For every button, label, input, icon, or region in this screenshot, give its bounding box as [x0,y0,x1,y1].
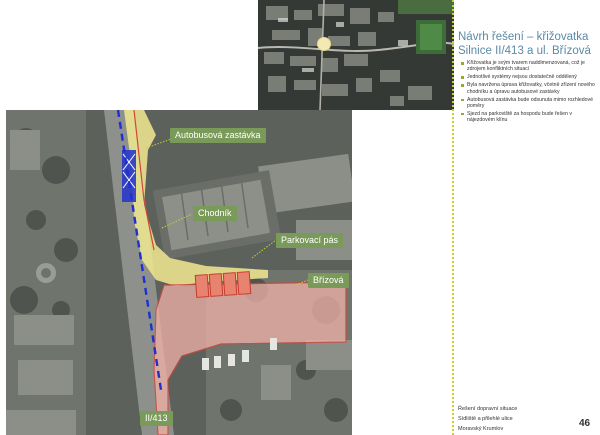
divider [452,0,454,435]
bullet-item: Autobusová zastávka bude odsunuta mimo r… [460,97,596,110]
overview-map [258,0,454,110]
footer: Řešení dopravní situace Sídliště a přile… [458,404,517,434]
label-road: II/413 [140,411,173,426]
aerial-photo [6,110,352,435]
title-line-2: Silnice II/413 a ul. Břízová [458,45,591,57]
bullet-item: Byla navržena úprava křižovatky, včetně … [460,82,596,95]
label-bus-stop: Autobusová zastávka [170,128,266,143]
bullet-item: Jednotlivé systémy nejsou dostatečně odd… [460,74,596,80]
bullet-item: Křižovatka je svým tvarem naddimenzovaná… [460,60,596,73]
footer-line: Řešení dopravní situace [458,406,518,412]
title-line-1: Návrh řešení – křižovatka [458,31,589,43]
bullet-list: Křižovatka je svým tvarem naddimenzovaná… [460,60,596,125]
label-sidewalk: Chodník [193,206,237,221]
footer-line: Moravský Krumlov [458,426,504,432]
footer-line: Sídliště a přilehlé ulice [458,416,513,422]
slide-title: Návrh řešení – křižovatka Silnice II/413… [458,30,598,58]
label-parking: Parkovací pás [276,233,344,248]
bullet-item: Sjezd na parkoviště za hospodu bude řeše… [460,111,596,124]
page-number: 46 [579,418,591,429]
label-street: Břízová [308,273,349,288]
